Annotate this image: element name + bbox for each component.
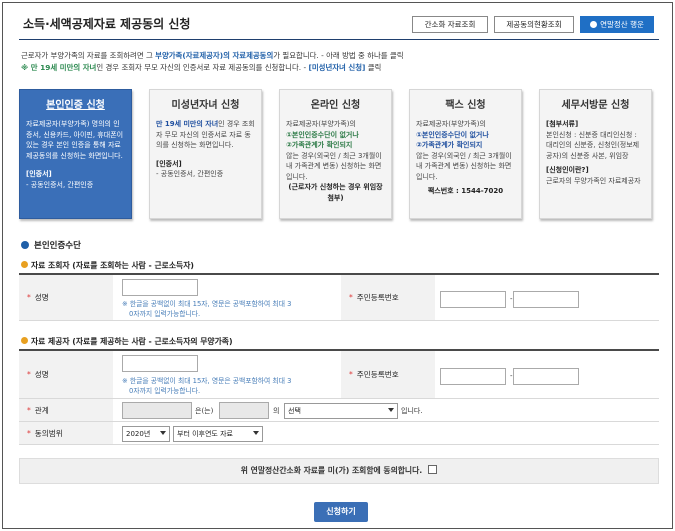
intro-line2-text: 인 경우 조회자 무모 자신의 인증서로 자료 제공동의를 신청합니다. - bbox=[96, 63, 309, 72]
card-online[interactable]: 온라인 신청 자료제공자(부양가족)의 ①본인인증수단이 없거나 ②가족관계가 … bbox=[279, 89, 392, 219]
card-highlight: 만 19세 미만의 자녀 bbox=[156, 120, 219, 128]
card-tax-office[interactable]: 세무서방문 신청 [첨부서류] 본인신청 : 신분증 대리인신청 : 대리인의 … bbox=[539, 89, 652, 219]
agreement-checkbox[interactable] bbox=[428, 465, 438, 474]
card-body-pre: 자료제공자(부양가족)의 bbox=[416, 120, 486, 128]
viewer-rrn-front-input[interactable] bbox=[440, 291, 506, 308]
name-label: * 성명 bbox=[19, 275, 113, 320]
intro-line1-end: 가 필요합니다. - 아래 방법 중 하나를 클릭 bbox=[273, 51, 404, 60]
relation-end: 입니다. bbox=[401, 407, 423, 415]
rrn-label: * 주민등록번호 bbox=[341, 351, 435, 398]
intro-text: 근로자가 부양가족의 자료를 조회하려면 그 부양가족(자료제공자)의 자료제공… bbox=[21, 50, 661, 74]
bullet-icon bbox=[21, 337, 28, 344]
card-body-b1: ①본인인증수단이 없거나 bbox=[416, 130, 489, 139]
card-doc-body: 본인신청 : 신분증 대리인신청 : 대리인의 신분증, 신청인(정보제공자)의… bbox=[546, 130, 640, 160]
card-footer-title: [인증서] bbox=[156, 159, 182, 168]
viewer-name-row: * 성명 ※ 한글을 공백없이 최대 15자, 영문은 공백포함하여 최대 3 0자… bbox=[19, 275, 659, 321]
provider-subtitle-text: 자료 제공자 (자료를 제공하는 사람 - 근로소득자의 무양가족) bbox=[31, 337, 233, 346]
card-body: 않는 경우(외국인 / 최근 3개월이내 가족관계 변동) 신청하는 화면입니다… bbox=[416, 151, 512, 181]
relation-select[interactable]: 선택 bbox=[284, 403, 398, 419]
card-footer-body: - 공동인증서, 간편인증 bbox=[156, 170, 224, 178]
card-body-b2: ②가족관계가 확인되지 bbox=[286, 141, 353, 149]
provider-table: * 성명 ※ 한글을 공백없이 최대 15자, 영문은 공백포함하여 최대 3 0자… bbox=[19, 349, 659, 445]
card-self-auth[interactable]: 본인인증 신청 자료제공자(부양가족) 명의의 인증서, 신용카드, 아이핀, … bbox=[19, 89, 132, 219]
card-body-b2: ②가족관계가 확인되지 bbox=[416, 141, 483, 149]
range-select[interactable]: 부터 이후연도 자료 bbox=[173, 426, 263, 442]
name-hint: ※ 한글을 공백없이 최대 15자, 영문은 공백포함하여 최대 3 0자까지 입… bbox=[122, 377, 292, 395]
section-title-text: 본인인증수단 bbox=[34, 241, 81, 251]
card-who-title: [신청인이란?] bbox=[546, 166, 589, 174]
card-title: 본인인증 신청 bbox=[46, 100, 105, 111]
card-doc-title: [첨부서류] bbox=[546, 120, 579, 128]
consent-range-row: * 동의범위 2020년 부터 이후연도 자료 bbox=[19, 422, 659, 445]
rrn-label: * 주민등록번호 bbox=[341, 275, 435, 320]
name-hint: ※ 한글을 공백없이 최대 15자, 영문은 공백포함하여 최대 3 0자까지 입… bbox=[122, 300, 292, 318]
submit-button[interactable]: 신청하기 bbox=[314, 502, 368, 522]
viewer-rrn-back-input[interactable] bbox=[513, 291, 579, 308]
viewer-table: * 성명 ※ 한글을 공백없이 최대 15자, 영문은 공백포함하여 최대 3 0자… bbox=[19, 273, 659, 321]
relation-provider-name bbox=[219, 402, 269, 419]
card-body-b1: ①본인인증수단이 없거나 bbox=[286, 130, 359, 139]
info-icon bbox=[590, 21, 598, 28]
card-who-body: 근로자의 무양가족인 자료제공자 bbox=[546, 176, 641, 185]
agreement-box: 위 연말정산간소화 자료를 미(가) 조회함에 동의합니다. bbox=[19, 458, 659, 484]
consent-status-button[interactable]: 제공동의현황조회 bbox=[494, 16, 574, 33]
card-footer-body: - 공동인증서, 간편인증 bbox=[26, 180, 94, 189]
card-fax[interactable]: 팩스 신청 자료제공자(부양가족)의 ①본인인증수단이 없거나 ②가족관계가 확… bbox=[409, 89, 522, 219]
provider-name-input[interactable] bbox=[122, 355, 198, 372]
deduction-lookup-button[interactable]: 간소화 자료조회 bbox=[412, 16, 488, 33]
relation-label: * 관계 bbox=[19, 399, 113, 421]
card-title: 세무서방문 신청 bbox=[561, 100, 630, 111]
card-title: 미성년자녀 신청 bbox=[171, 100, 240, 111]
viewer-subtitle-text: 자료 조회자 (자료를 조회하는 사람 - 근로소득자) bbox=[31, 261, 194, 270]
card-title: 팩스 신청 bbox=[445, 100, 486, 111]
card-title: 온라인 신청 bbox=[310, 100, 361, 111]
chevron-down-icon bbox=[388, 408, 394, 412]
provider-rrn-back-input[interactable] bbox=[513, 368, 579, 385]
intro-minor-note: ※ 만 19세 미만의 자녀 bbox=[21, 63, 97, 72]
page-title: 소득·세액공제자료 제공동의 신청 bbox=[23, 17, 191, 31]
app-frame: 소득·세액공제자료 제공동의 신청 간소화 자료조회 제공동의현황조회 연말정산… bbox=[2, 2, 673, 529]
relation-row: * 관계 은(는) 의 선택 입니다. bbox=[19, 399, 659, 422]
intro-line1-text: 근로자가 부양가족의 자료를 조회하려면 그 bbox=[21, 51, 156, 60]
viewer-subtitle: 자료 조회자 (자료를 조회하는 사람 - 근로소득자) bbox=[21, 260, 194, 271]
chevron-down-icon bbox=[253, 431, 259, 435]
intro-line2-end: 클릭 bbox=[365, 63, 382, 72]
provider-rrn-front-input[interactable] bbox=[440, 368, 506, 385]
year-select[interactable]: 2020년 bbox=[122, 426, 170, 442]
card-body: 자료제공자(부양가족) 명의의 인증서, 신용카드, 아이핀, 휴대폰이 있는 … bbox=[26, 120, 124, 160]
card-body: 않는 경우(외국인 / 최근 3개월이내 가족관계 변동) 신청하는 화면입니다… bbox=[286, 151, 382, 181]
relation-ui: 의 bbox=[273, 407, 280, 415]
yearend-help-button[interactable]: 연말정산 행운 bbox=[580, 16, 654, 33]
card-body-pre: 자료제공자(부양가족)의 bbox=[286, 120, 356, 128]
card-footer: (근로자가 신청하는 경우 위임장 첨부) bbox=[288, 183, 383, 202]
viewer-name-input[interactable] bbox=[122, 279, 198, 296]
card-footer: 팩스번호 : 1544-7020 bbox=[427, 187, 504, 195]
name-label: * 성명 bbox=[19, 351, 113, 398]
intro-minor-link: [미성년자녀 신청] bbox=[308, 63, 366, 72]
yearend-help-label: 연말정산 행운 bbox=[600, 20, 644, 29]
card-minor[interactable]: 미성년자녀 신청 만 19세 미만의 자녀인 경우 조회자 무모 자신의 인증서… bbox=[149, 89, 262, 219]
relation-viewer-name bbox=[122, 402, 192, 419]
provider-subtitle: 자료 제공자 (자료를 제공하는 사람 - 근로소득자의 무양가족) bbox=[21, 336, 233, 347]
consent-range-label: * 동의범위 bbox=[19, 422, 113, 444]
bullet-icon bbox=[21, 261, 28, 268]
chevron-down-icon bbox=[160, 431, 166, 435]
relation-eun: 은(는) bbox=[195, 407, 214, 415]
provider-name-row: * 성명 ※ 한글을 공백없이 최대 15자, 영문은 공백포함하여 최대 3 0자… bbox=[19, 351, 659, 399]
title-divider bbox=[19, 39, 659, 40]
intro-highlight: 부양가족(자료제공자)의 자료제공동의 bbox=[155, 51, 274, 60]
agreement-text: 위 연말정산간소화 자료를 미(가) 조회함에 동의합니다. bbox=[240, 466, 423, 475]
section-title: 본인인증수단 bbox=[21, 239, 81, 251]
card-footer-title: [인증서] bbox=[26, 170, 52, 178]
bullet-icon bbox=[21, 241, 29, 249]
